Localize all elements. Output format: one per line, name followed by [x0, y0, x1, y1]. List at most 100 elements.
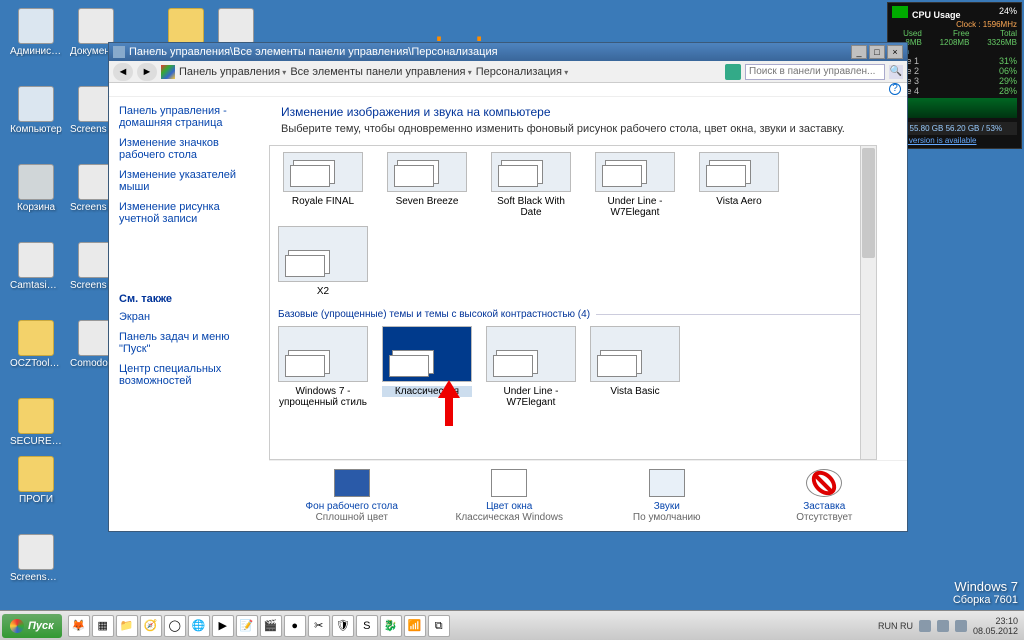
icon-label: Администр... — [10, 46, 62, 57]
sidebar-link[interactable]: Панель управления - домашняя страница — [119, 105, 259, 129]
amd-logo-icon — [892, 6, 908, 18]
sidebar: Панель управления - домашняя страница Изм… — [109, 97, 269, 531]
theme-item[interactable]: Классическая — [382, 326, 472, 408]
desktop-icon[interactable]: ПРОГИ — [10, 456, 62, 505]
footer-sub: Сплошной цвет — [287, 512, 417, 523]
file-icon — [18, 398, 54, 434]
icon-label: Компьютер — [10, 124, 62, 135]
close-button[interactable]: × — [887, 45, 903, 59]
sidebar-link[interactable]: Изменение значков рабочего стола — [119, 137, 259, 161]
footer-item[interactable]: ЗвукиПо умолчанию — [602, 469, 732, 523]
file-icon — [18, 164, 54, 200]
scrollbar[interactable] — [860, 146, 876, 459]
taskbar-item[interactable]: ▶ — [212, 615, 234, 637]
footer-icon — [649, 469, 685, 497]
crumb-0[interactable]: Панель управления — [179, 66, 286, 78]
main-panel: Изменение изображения и звука на компьют… — [269, 97, 907, 531]
file-icon — [18, 534, 54, 570]
desktop-icon[interactable]: Компьютер — [10, 86, 62, 135]
taskbar-item[interactable]: 🌐 — [188, 615, 210, 637]
desktop-icon[interactable]: Camtasia Studio 7 — [10, 242, 62, 291]
desktop-icon[interactable]: Корзина — [10, 164, 62, 213]
footer-icon — [334, 469, 370, 497]
icon-label: Корзина — [10, 202, 62, 213]
footer-item[interactable]: ЗаставкаОтсутствует — [759, 469, 889, 523]
titlebar[interactable]: Панель управления\Все элементы панели уп… — [109, 43, 907, 61]
theme-preview — [699, 152, 779, 192]
theme-item[interactable]: Windows 7 - упрощенный стиль — [278, 326, 368, 408]
sidebar-link[interactable]: Изменение указателей мыши — [119, 169, 259, 193]
footer-item[interactable]: Фон рабочего столаСплошной цвет — [287, 469, 417, 523]
taskbar-item[interactable]: 🦊 — [68, 615, 90, 637]
sidebar-link[interactable]: Изменение рисунка учетной записи — [119, 201, 259, 225]
row-basic: Windows 7 - упрощенный стиль Классическая… — [278, 322, 868, 412]
taskbar-item[interactable]: 📝 — [236, 615, 258, 637]
forward-button[interactable]: ► — [137, 63, 157, 81]
file-icon — [218, 8, 254, 44]
start-button[interactable]: Пуск — [2, 614, 62, 638]
see-also-link[interactable]: Экран — [119, 311, 259, 323]
desktop-icon[interactable]: Screenshot (23h 08... — [10, 534, 62, 583]
taskbar-item[interactable]: ⧉ — [428, 615, 450, 637]
taskbar-item[interactable]: ▦ — [92, 615, 114, 637]
footer-item[interactable]: Цвет окнаКлассическая Windows — [444, 469, 574, 523]
desktop-icon[interactable]: SECURETY — [10, 398, 62, 447]
taskbar-item[interactable]: ✂ — [308, 615, 330, 637]
help-icon[interactable]: ? — [889, 83, 901, 95]
theme-item[interactable]: Seven Breeze — [382, 152, 472, 218]
icon-label: Screenshot (23h 08... — [10, 572, 62, 583]
clock[interactable]: 23:1008.05.2012 — [973, 616, 1018, 636]
taskbar-item[interactable]: 📶 — [404, 615, 426, 637]
go-button[interactable] — [725, 64, 741, 80]
theme-item[interactable]: X2 — [278, 226, 368, 297]
maximize-button[interactable]: □ — [869, 45, 885, 59]
theme-item[interactable]: Under Line - W7Elegant — [486, 326, 576, 408]
desktop-icon[interactable]: OCZToolbo... — [10, 320, 62, 369]
minimize-button[interactable]: _ — [851, 45, 867, 59]
footer-sub: По умолчанию — [602, 512, 732, 523]
footer-row: Фон рабочего столаСплошной цвет Цвет окна… — [269, 460, 907, 531]
taskbar-item[interactable]: ◯ — [164, 615, 186, 637]
theme-label: Soft Black With Date — [486, 196, 576, 218]
desktop-icon[interactable]: Администр... — [10, 8, 62, 57]
desktop-icon[interactable] — [210, 8, 262, 46]
tray-icon[interactable] — [955, 620, 967, 632]
cores: Core 131%Core 206%Core 329%Core 428% — [892, 56, 1017, 96]
desktop-icon[interactable] — [160, 8, 212, 46]
taskbar-item[interactable]: 📁 — [116, 615, 138, 637]
tray-text: RUN RU — [878, 621, 913, 631]
crumb-1[interactable]: Все элементы панели управления — [290, 66, 471, 78]
tray-icon[interactable] — [937, 620, 949, 632]
theme-item[interactable]: Vista Aero — [694, 152, 784, 218]
theme-preview — [387, 152, 467, 192]
window-title: Панель управления\Все элементы панели уп… — [129, 46, 498, 58]
theme-label: Классическая — [382, 386, 472, 397]
tray-icon[interactable] — [919, 620, 931, 632]
theme-item[interactable]: Vista Basic — [590, 326, 680, 408]
theme-label: Under Line - W7Elegant — [590, 196, 680, 218]
theme-item[interactable]: Royale FINAL — [278, 152, 368, 218]
page-desc: Выберите тему, чтобы одновременно измени… — [281, 123, 895, 135]
taskbar-item[interactable]: ● — [284, 615, 306, 637]
theme-item[interactable]: Soft Black With Date — [486, 152, 576, 218]
taskbar-item[interactable]: 🧭 — [140, 615, 162, 637]
taskbar[interactable]: Пуск 🦊▦📁🧭◯🌐▶📝🎬●✂🛡S🐉📶⧉ RUN RU 23:1008.05.… — [0, 610, 1024, 640]
back-button[interactable]: ◄ — [113, 63, 133, 81]
search-icon[interactable]: 🔍 — [889, 65, 903, 79]
scroll-thumb[interactable] — [862, 148, 875, 258]
row-aero2: X2 — [278, 222, 868, 301]
taskbar-item[interactable]: S — [356, 615, 378, 637]
taskbar-item[interactable]: 🛡 — [332, 615, 354, 637]
control-panel-icon — [161, 65, 175, 79]
search-input[interactable] — [745, 64, 885, 80]
theme-preview — [491, 152, 571, 192]
taskbar-item[interactable]: 🎬 — [260, 615, 282, 637]
crumb-2[interactable]: Персонализация — [476, 66, 568, 78]
theme-label: Vista Aero — [694, 196, 784, 207]
footer-sub: Классическая Windows — [444, 512, 574, 523]
system-tray[interactable]: RUN RU 23:1008.05.2012 — [878, 616, 1022, 636]
theme-item[interactable]: Under Line - W7Elegant — [590, 152, 680, 218]
taskbar-item[interactable]: 🐉 — [380, 615, 402, 637]
see-also-link[interactable]: Панель задач и меню "Пуск" — [119, 331, 259, 355]
see-also-link[interactable]: Центр специальных возможностей — [119, 363, 259, 387]
